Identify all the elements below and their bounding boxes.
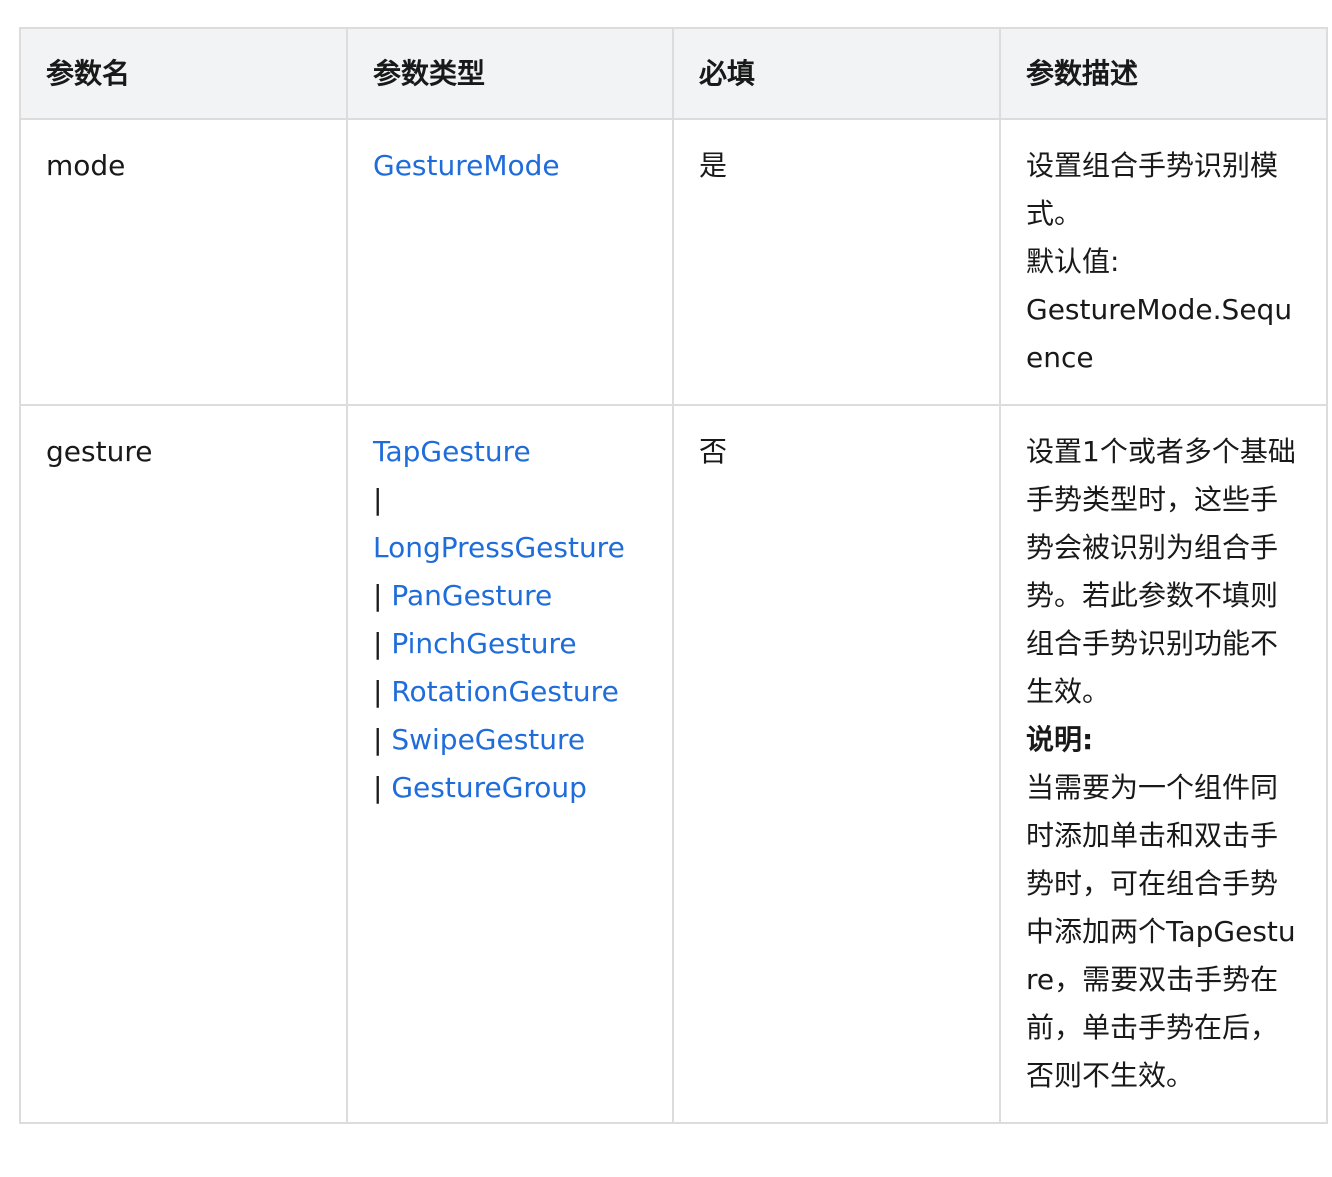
note-label: 说明:: [1026, 723, 1094, 756]
default-value: GestureMode.Sequence: [1026, 293, 1293, 374]
param-name-cell: gesture: [19, 404, 348, 1124]
header-param-name: 参数名: [19, 27, 348, 120]
header-param-type: 参数类型: [346, 27, 674, 120]
description-cell: 设置1个或者多个基础手势类型时，这些手势会被识别为组合手势。若此参数不填则组合手…: [999, 404, 1328, 1124]
parameter-table: 参数名 参数类型 必填 参数描述 mode GestureMode 是 设置组合…: [19, 27, 1328, 1124]
description-text: 设置1个或者多个基础手势类型时，这些手势会被识别为组合手势。若此参数不填则组合手…: [1026, 435, 1296, 708]
type-separator: |: [373, 579, 383, 612]
type-separator: |: [373, 723, 383, 756]
rotationgesture-link[interactable]: RotationGesture: [391, 675, 618, 708]
table-row: gesture TapGesture | LongPressGesture | …: [19, 404, 1328, 1124]
swipegesture-link[interactable]: SwipeGesture: [391, 723, 585, 756]
longpressgesture-link[interactable]: LongPressGesture: [373, 531, 625, 564]
header-required: 必填: [672, 27, 1001, 120]
required-cell: 是: [672, 118, 1001, 406]
pangesture-link[interactable]: PanGesture: [391, 579, 552, 612]
required-cell: 否: [672, 404, 1001, 1124]
description-cell: 设置组合手势识别模式。 默认值: GestureMode.Sequence: [999, 118, 1328, 406]
description-text: 设置组合手势识别模式。: [1026, 149, 1279, 230]
type-separator: |: [373, 675, 383, 708]
pinchgesture-link[interactable]: PinchGesture: [391, 627, 576, 660]
table-header-row: 参数名 参数类型 必填 参数描述: [19, 27, 1328, 120]
type-separator: |: [373, 627, 383, 660]
param-type-cell: TapGesture | LongPressGesture | PanGestu…: [346, 404, 674, 1124]
table-row: mode GestureMode 是 设置组合手势识别模式。 默认值: Gest…: [19, 118, 1328, 406]
header-param-description: 参数描述: [999, 27, 1328, 120]
gesturegroup-link[interactable]: GestureGroup: [391, 771, 587, 804]
note-text: 当需要为一个组件同时添加单击和双击手势时，可在组合手势中添加两个TapGestu…: [1026, 771, 1296, 1092]
default-label: 默认值:: [1026, 245, 1120, 278]
tapgesture-link[interactable]: TapGesture: [373, 435, 531, 468]
type-separator: |: [373, 483, 383, 516]
param-type-cell: GestureMode: [346, 118, 674, 406]
type-separator: |: [373, 771, 383, 804]
param-name-cell: mode: [19, 118, 348, 406]
gesturemode-link[interactable]: GestureMode: [373, 149, 560, 182]
